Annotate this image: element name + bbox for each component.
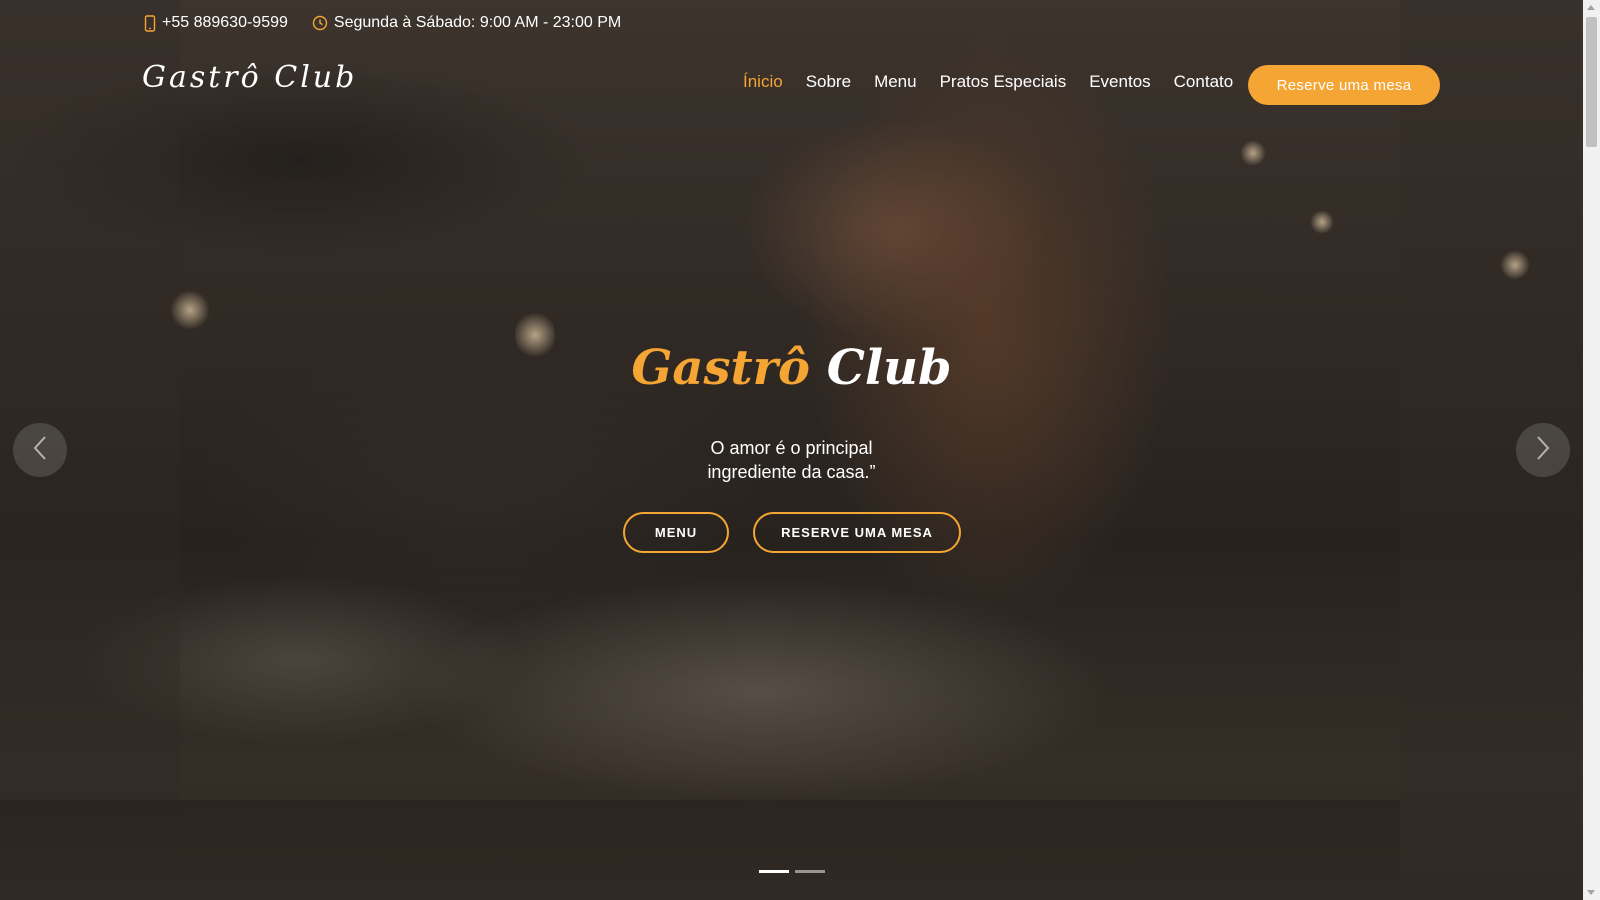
clock-icon (312, 15, 328, 31)
carousel-indicator-1[interactable] (759, 870, 789, 873)
nav-item-sobre[interactable]: Sobre (806, 72, 851, 92)
top-info-bar: +55 889630-9599 Segunda à Sábado: 9:00 A… (144, 14, 645, 32)
hero-subtitle: O amor é o principal ingrediente da casa… (0, 436, 1583, 484)
nav-item-menu[interactable]: Menu (874, 72, 917, 92)
chevron-left-icon (32, 435, 48, 465)
hero-reserve-button[interactable]: RESERVE UMA MESA (753, 512, 961, 553)
scrollbar-thumb[interactable] (1586, 17, 1597, 147)
nav-item-pratos-especiais[interactable]: Pratos Especiais (940, 72, 1067, 92)
main-nav: Ínicio Sobre Menu Pratos Especiais Event… (743, 72, 1256, 92)
hero-subtitle-line-1: O amor é o principal (710, 438, 873, 458)
nav-item-eventos[interactable]: Eventos (1089, 72, 1150, 92)
scroll-down-arrow-icon[interactable] (1587, 890, 1595, 895)
hero-title: Gastrô Club (0, 340, 1583, 396)
carousel-indicator-2[interactable] (795, 870, 825, 873)
chevron-right-icon (1535, 435, 1551, 465)
carousel-indicators (759, 870, 831, 873)
reserve-table-button[interactable]: Reserve uma mesa (1248, 65, 1440, 105)
hero-title-gastro: Gastrô (631, 340, 810, 396)
carousel-next-button[interactable] (1516, 423, 1570, 477)
carousel-prev-button[interactable] (13, 423, 67, 477)
phone-info: +55 889630-9599 (144, 14, 288, 32)
site-logo[interactable]: Gastrô Club (142, 60, 357, 95)
page-scrollbar[interactable] (1583, 0, 1600, 900)
mobile-phone-icon (144, 14, 156, 32)
hero-subtitle-line-2: ingrediente da casa.” (707, 462, 876, 482)
phone-number: +55 889630-9599 (162, 14, 288, 31)
hero-title-club: Club (826, 340, 952, 396)
scroll-up-arrow-icon[interactable] (1587, 5, 1595, 10)
hero-buttons: MENU RESERVE UMA MESA (623, 512, 961, 553)
nav-item-inicio[interactable]: Ínicio (743, 72, 783, 92)
hours-info: Segunda à Sábado: 9:00 AM - 23:00 PM (312, 14, 621, 32)
opening-hours: Segunda à Sábado: 9:00 AM - 23:00 PM (333, 14, 622, 31)
menu-button[interactable]: MENU (623, 512, 729, 553)
nav-item-contato[interactable]: Contato (1174, 72, 1234, 92)
